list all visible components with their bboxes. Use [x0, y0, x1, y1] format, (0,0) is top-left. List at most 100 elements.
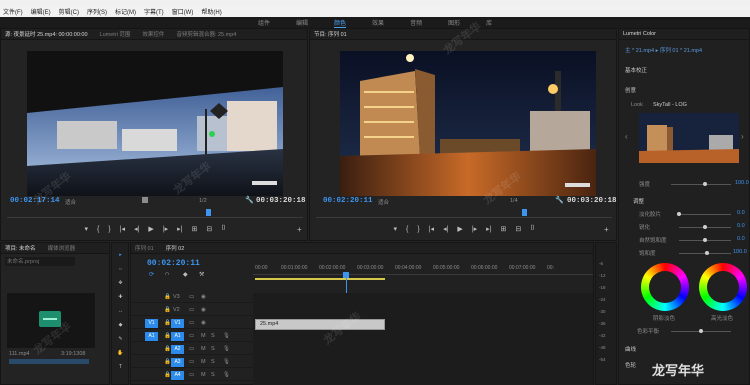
add-marker-icon[interactable]: ◆ [183, 271, 188, 278]
source-wrench-icon[interactable]: 🔧 [245, 196, 254, 204]
sync-lock-icon[interactable]: ▭ [189, 333, 194, 339]
hand-tool-icon[interactable]: ✋ [116, 349, 125, 357]
slip-tool-icon[interactable]: ↔ [116, 307, 125, 315]
workspace-effects[interactable]: 效果 [372, 18, 384, 27]
mute-icon[interactable]: M [201, 333, 206, 339]
program-step-back-button[interactable]: ◂| [443, 225, 448, 233]
lock-icon[interactable]: 🔒 [164, 307, 171, 313]
lock-icon[interactable]: 🔒 [164, 333, 171, 339]
tab-media-browser[interactable]: 媒体浏览器 [48, 244, 76, 252]
workspace-libraries[interactable]: 库 [486, 18, 492, 27]
source-video-frame[interactable] [27, 51, 283, 196]
source-playhead[interactable] [206, 209, 211, 216]
slider-intensity-knob[interactable] [703, 182, 707, 186]
workspace-audio[interactable]: 音频 [410, 18, 422, 27]
slider-sharpen-value[interactable]: 0.0 [737, 223, 745, 229]
highlight-tint-wheel[interactable] [699, 263, 747, 311]
tab-sequence-01[interactable]: 序列 01 [135, 244, 154, 252]
source-patch-v1[interactable]: V1 [145, 319, 158, 328]
program-lift-button[interactable]: ⊞ [501, 225, 507, 233]
track-label-v1[interactable]: V1 [171, 319, 184, 328]
timeline-ruler[interactable]: 00:00 00:01:00:00 00:02:00:00 00:03:00:0… [253, 261, 593, 275]
slider-intensity-value[interactable]: 100.0 [735, 180, 749, 186]
program-wrench-icon[interactable]: 🔧 [555, 196, 564, 204]
lumetri-look-preview[interactable] [639, 113, 739, 163]
program-playhead[interactable] [522, 209, 527, 216]
linked-selection-icon[interactable]: ∩ [165, 271, 169, 277]
tab-audio-mixer[interactable]: 音频剪辑混合器: 25.mp4 [176, 30, 236, 38]
shadow-tint-wheel[interactable] [641, 263, 689, 311]
tab-lumetri-color[interactable]: Lumetri Color [623, 31, 656, 37]
slider-faded-film-knob[interactable] [677, 212, 681, 216]
program-step-forward-button[interactable]: |▸ [472, 225, 477, 233]
lock-icon[interactable]: 🔒 [164, 346, 171, 352]
source-insert-button[interactable]: ⊞ [192, 225, 198, 233]
source-export-frame-button[interactable]: ⌷ [221, 225, 225, 233]
program-resolution-select[interactable]: 1/4 [510, 198, 518, 204]
microphone-icon[interactable]: 🎙 [223, 333, 230, 339]
lock-icon[interactable]: 🔒 [164, 372, 171, 378]
source-step-back-button[interactable]: ◂| [134, 225, 139, 233]
slider-vibrance-knob[interactable] [703, 238, 707, 242]
lock-icon[interactable]: 🔒 [164, 320, 171, 326]
workspace-graphics[interactable]: 图形 [448, 18, 460, 27]
ripple-edit-tool-icon[interactable]: ✥ [116, 279, 125, 287]
source-mark-in-button[interactable]: { [97, 226, 99, 233]
slider-faded-film-value[interactable]: 0.0 [737, 210, 745, 216]
source-mark-out-button[interactable]: } [108, 226, 110, 233]
look-next-chevron-icon[interactable]: › [741, 132, 744, 141]
tab-lumetri-scopes[interactable]: Lumetri 范围 [100, 30, 131, 38]
source-settings-icon[interactable] [142, 197, 148, 203]
rolling-edit-tool-icon[interactable]: ✚ [116, 293, 125, 301]
sync-lock-icon[interactable]: ▭ [189, 320, 194, 326]
program-extract-button[interactable]: ⊟ [515, 225, 521, 233]
menu-window[interactable]: 窗口(W) [172, 7, 194, 16]
program-mark-out-button[interactable]: } [417, 226, 419, 233]
program-add-button-icon[interactable]: + [604, 225, 609, 234]
lumetri-color-wheels-header[interactable]: 色轮 [625, 361, 636, 369]
slider-intensity-track[interactable] [671, 184, 731, 185]
tab-project[interactable]: 项目: 未命名 [5, 244, 36, 252]
program-zoom-select[interactable]: 适合 [378, 198, 389, 206]
source-patch-a1[interactable]: A1 [145, 332, 158, 341]
lumetri-curves-header[interactable]: 曲线 [625, 345, 636, 353]
sync-lock-icon[interactable]: ▭ [189, 372, 194, 378]
source-resolution-select[interactable]: 1/2 [199, 198, 207, 204]
mute-icon[interactable]: M [201, 346, 206, 352]
program-go-to-out-button[interactable]: ▸| [486, 225, 491, 233]
eye-icon[interactable]: ◉ [201, 320, 206, 326]
tab-sequence-02[interactable]: 序列 02 [166, 244, 185, 252]
program-video-frame[interactable] [340, 51, 596, 196]
tab-program[interactable]: 节目: 序列 01 [314, 30, 347, 38]
menu-clip[interactable]: 剪辑(C) [59, 7, 79, 16]
pen-tool-icon[interactable]: ✎ [116, 335, 125, 343]
solo-icon[interactable]: S [211, 346, 215, 352]
source-go-to-in-button[interactable]: |◂ [120, 225, 125, 233]
source-zoom-select[interactable]: 适合 [65, 198, 76, 206]
track-label-a4[interactable]: A4 [171, 371, 184, 380]
track-select-tool-icon[interactable]: ⇔ [116, 265, 125, 273]
workspace-color[interactable]: 颜色 [334, 18, 347, 28]
microphone-icon[interactable]: 🎙 [223, 359, 230, 365]
lumetri-look-select[interactable]: SkyTall - LOG [653, 102, 687, 108]
slider-faded-film-track[interactable] [679, 214, 731, 215]
slider-saturation-knob[interactable] [705, 251, 709, 255]
menu-file[interactable]: 文件(F) [3, 7, 23, 16]
microphone-icon[interactable]: 🎙 [223, 346, 230, 352]
program-playhead-timecode[interactable]: 00:02:20:11 [323, 197, 373, 205]
sync-lock-icon[interactable]: ▭ [189, 346, 194, 352]
solo-icon[interactable]: S [211, 359, 215, 365]
work-area-bar[interactable] [255, 278, 385, 280]
look-prev-chevron-icon[interactable]: ‹ [625, 132, 628, 141]
lock-icon[interactable]: 🔒 [164, 359, 171, 365]
program-export-frame-button[interactable]: ⌷ [530, 225, 534, 233]
lumetri-basic-correction-header[interactable]: 基本校正 [625, 66, 647, 74]
menu-title[interactable]: 字幕(T) [144, 7, 164, 16]
slider-vibrance-value[interactable]: 0.0 [737, 236, 745, 242]
source-overwrite-button[interactable]: ⊟ [206, 225, 212, 233]
mute-icon[interactable]: M [201, 359, 206, 365]
tab-effect-controls[interactable]: 效果控件 [142, 30, 164, 38]
source-playhead-timecode[interactable]: 00:02:17:14 [10, 197, 60, 205]
eye-icon[interactable]: ◉ [201, 294, 206, 300]
program-play-button[interactable]: ▶ [457, 225, 462, 233]
